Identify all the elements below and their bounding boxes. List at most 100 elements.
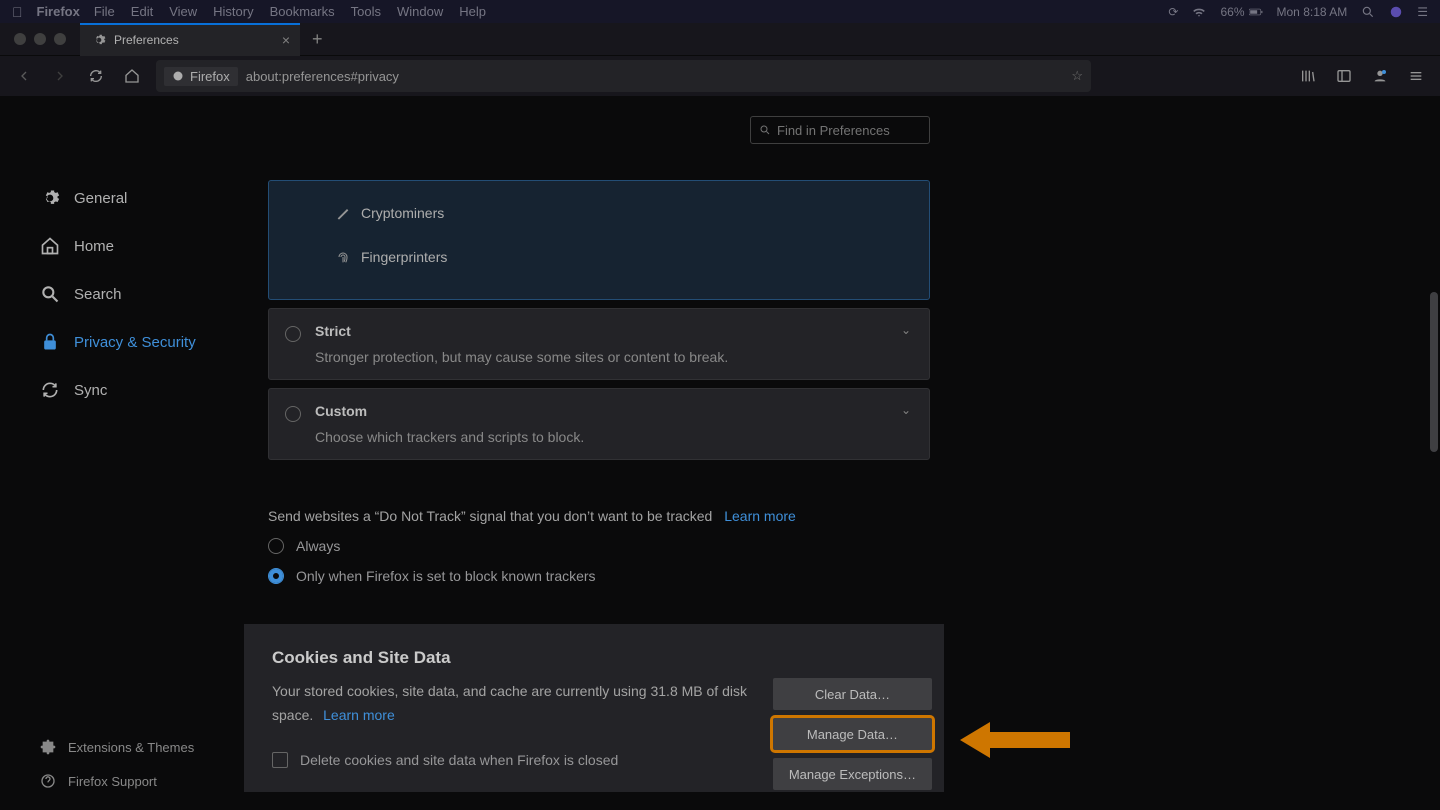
cookies-heading: Cookies and Site Data bbox=[272, 648, 916, 668]
protection-option-custom[interactable]: Custom Choose which trackers and scripts… bbox=[268, 388, 930, 460]
sidebar-item-sync[interactable]: Sync bbox=[40, 366, 244, 414]
clear-data-button[interactable]: Clear Data… bbox=[773, 678, 932, 710]
protection-option-strict[interactable]: Strict Stronger protection, but may caus… bbox=[268, 308, 930, 380]
preferences-sidebar: General Home Search Privacy & Security S… bbox=[0, 96, 244, 810]
cookies-learn-more-link[interactable]: Learn more bbox=[323, 707, 395, 723]
sidebar-footer-label: Extensions & Themes bbox=[68, 740, 194, 755]
menu-window[interactable]: Window bbox=[397, 4, 443, 19]
battery-status[interactable]: 66% bbox=[1220, 5, 1262, 19]
protection-standard-expanded: Cryptominers Fingerprinters bbox=[268, 180, 930, 300]
chevron-down-icon[interactable]: ⌄ bbox=[901, 323, 911, 337]
notification-center-icon[interactable]: ☰ bbox=[1417, 5, 1428, 19]
sidebar-item-home[interactable]: Home bbox=[40, 222, 244, 270]
home-icon bbox=[40, 236, 60, 256]
menu-help[interactable]: Help bbox=[459, 4, 486, 19]
menu-view[interactable]: View bbox=[169, 4, 197, 19]
radio-checked-icon[interactable] bbox=[268, 568, 284, 584]
search-preferences-input[interactable]: Find in Preferences bbox=[750, 116, 930, 144]
cookies-description: Your stored cookies, site data, and cach… bbox=[272, 680, 752, 728]
macos-menubar:  Firefox File Edit View History Bookmar… bbox=[0, 0, 1440, 23]
sidebar-extensions[interactable]: Extensions & Themes bbox=[40, 730, 194, 764]
checkbox-icon[interactable] bbox=[272, 752, 288, 768]
gear-icon bbox=[92, 33, 106, 47]
sidebar-item-general[interactable]: General bbox=[40, 174, 244, 222]
option-title: Custom bbox=[315, 403, 911, 419]
menu-bookmarks[interactable]: Bookmarks bbox=[270, 4, 335, 19]
do-not-track-section: Send websites a “Do Not Track” signal th… bbox=[268, 508, 944, 584]
tab-preferences[interactable]: Preferences × bbox=[80, 23, 300, 56]
radio-icon[interactable] bbox=[285, 406, 301, 422]
dnt-option-always[interactable]: Always bbox=[268, 538, 944, 554]
option-desc: Choose which trackers and scripts to blo… bbox=[315, 429, 911, 445]
back-button[interactable] bbox=[8, 60, 40, 92]
dnt-option-label: Always bbox=[296, 538, 340, 554]
protection-item-fingerprinters: Fingerprinters bbox=[335, 235, 899, 279]
app-menu-button[interactable] bbox=[1400, 60, 1432, 92]
sidebar-button[interactable] bbox=[1328, 60, 1360, 92]
search-icon bbox=[759, 124, 771, 136]
sidebar-item-search[interactable]: Search bbox=[40, 270, 244, 318]
library-button[interactable] bbox=[1292, 60, 1324, 92]
menu-edit[interactable]: Edit bbox=[131, 4, 153, 19]
option-desc: Stronger protection, but may cause some … bbox=[315, 349, 911, 365]
search-icon bbox=[40, 284, 60, 304]
manage-exceptions-button[interactable]: Manage Exceptions… bbox=[773, 758, 932, 790]
new-tab-button[interactable]: + bbox=[300, 29, 335, 50]
dnt-option-label: Only when Firefox is set to block known … bbox=[296, 568, 596, 584]
sync-icon bbox=[40, 380, 60, 400]
sidebar-support[interactable]: Firefox Support bbox=[40, 764, 194, 798]
annotation-arrow bbox=[960, 720, 1070, 760]
sidebar-item-privacy[interactable]: Privacy & Security bbox=[40, 318, 244, 366]
maximize-window-icon[interactable] bbox=[54, 33, 66, 45]
url-text: about:preferences#privacy bbox=[246, 69, 399, 84]
protection-item-cryptominers: Cryptominers bbox=[335, 191, 899, 235]
scrollbar-thumb[interactable] bbox=[1430, 292, 1438, 452]
identity-box[interactable]: Firefox bbox=[164, 67, 238, 86]
window-controls[interactable] bbox=[0, 33, 80, 45]
cryptominer-icon bbox=[335, 205, 351, 221]
preferences-content: Find in Preferences General Home Search … bbox=[0, 96, 1440, 810]
sidebar-item-label: Sync bbox=[74, 382, 107, 399]
reload-button[interactable] bbox=[80, 60, 112, 92]
sidebar-footer-label: Firefox Support bbox=[68, 774, 157, 789]
menubar-clock[interactable]: Mon 8:18 AM bbox=[1277, 5, 1348, 19]
tab-bar: Preferences × + bbox=[0, 23, 1440, 56]
fingerprint-icon bbox=[335, 249, 351, 265]
nav-toolbar: Firefox about:preferences#privacy ☆ bbox=[0, 56, 1440, 96]
apple-icon[interactable]:  bbox=[12, 4, 23, 20]
sidebar-item-label: Home bbox=[74, 238, 114, 255]
help-icon bbox=[40, 773, 56, 789]
home-button[interactable] bbox=[116, 60, 148, 92]
menu-file[interactable]: File bbox=[94, 4, 115, 19]
bookmark-star-icon[interactable]: ☆ bbox=[1071, 68, 1083, 84]
dnt-learn-more-link[interactable]: Learn more bbox=[724, 508, 796, 524]
radio-icon[interactable] bbox=[268, 538, 284, 554]
radio-icon[interactable] bbox=[285, 326, 301, 342]
minimize-window-icon[interactable] bbox=[34, 33, 46, 45]
siri-icon[interactable] bbox=[1389, 5, 1403, 19]
menubar-app[interactable]: Firefox bbox=[37, 4, 80, 19]
chevron-down-icon[interactable]: ⌄ bbox=[901, 403, 911, 417]
menu-tools[interactable]: Tools bbox=[351, 4, 381, 19]
address-bar[interactable]: Firefox about:preferences#privacy ☆ bbox=[156, 60, 1091, 92]
manage-data-button[interactable]: Manage Data… bbox=[773, 718, 932, 750]
dnt-option-only-blocking[interactable]: Only when Firefox is set to block known … bbox=[268, 568, 944, 584]
tab-close-icon[interactable]: × bbox=[282, 32, 290, 48]
wifi-icon[interactable] bbox=[1192, 5, 1206, 19]
account-button[interactable] bbox=[1364, 60, 1396, 92]
close-window-icon[interactable] bbox=[14, 33, 26, 45]
puzzle-icon bbox=[40, 739, 56, 755]
tab-title: Preferences bbox=[114, 33, 179, 47]
gear-icon bbox=[40, 188, 60, 208]
sidebar-item-label: General bbox=[74, 190, 127, 207]
cookies-section: Cookies and Site Data Your stored cookie… bbox=[244, 624, 944, 792]
sidebar-item-label: Search bbox=[74, 286, 122, 303]
checkbox-label: Delete cookies and site data when Firefo… bbox=[300, 752, 618, 768]
sidebar-item-label: Privacy & Security bbox=[74, 334, 196, 351]
spotlight-icon[interactable] bbox=[1361, 5, 1375, 19]
sync-icon[interactable]: ⟳ bbox=[1168, 5, 1178, 19]
menu-history[interactable]: History bbox=[213, 4, 253, 19]
option-title: Strict bbox=[315, 323, 911, 339]
preferences-main: Cryptominers Fingerprinters Strict Stron… bbox=[244, 96, 944, 810]
forward-button bbox=[44, 60, 76, 92]
